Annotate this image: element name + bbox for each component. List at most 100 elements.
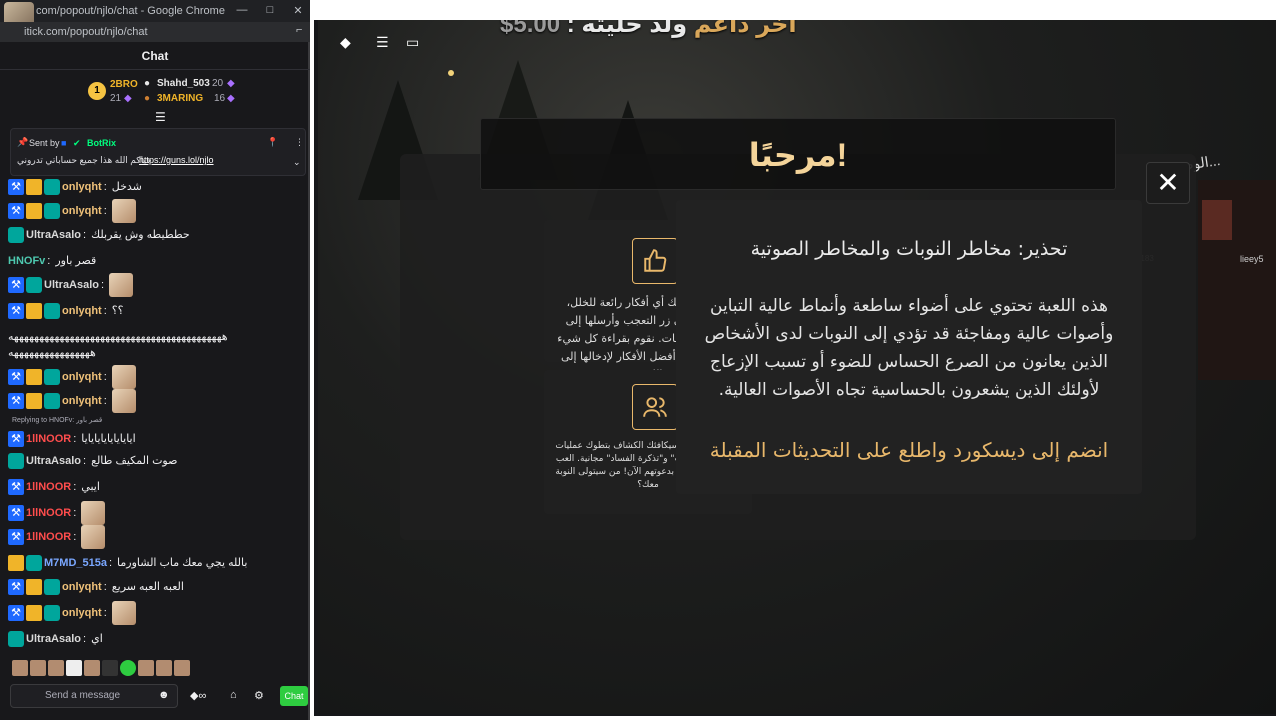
reply-context[interactable]: Replying to HNOFv: قصر باور (12, 416, 102, 426)
chat-username[interactable]: UltraAsalo (26, 628, 81, 650)
chat-username[interactable]: UltraAsalo (44, 274, 99, 296)
chat-username[interactable]: onlyqht (62, 176, 102, 198)
moderator-badge-icon[interactable]: ⚒ (8, 393, 24, 409)
subscriber-badge-icon[interactable] (44, 179, 60, 195)
chat-username[interactable]: onlyqht (62, 366, 102, 388)
chat-username[interactable]: M7MD_515a (44, 552, 107, 574)
expand-chevron-icon[interactable]: ⌄ (293, 157, 301, 168)
moderator-badge-icon[interactable]: ⚒ (8, 369, 24, 385)
moderator-badge-icon[interactable]: ⚒ (8, 505, 24, 521)
leaderboard-score-1: 21 (110, 93, 122, 104)
subscriber-badge-icon[interactable] (26, 277, 42, 293)
subscriber-badge-icon[interactable] (44, 303, 60, 319)
discord-link[interactable]: انضم إلى ديسكورد واطلع على التحديثات الم… (676, 438, 1142, 462)
subscriber-badge-icon[interactable] (8, 453, 24, 469)
moderator-badge-icon[interactable]: ⚒ (8, 277, 24, 293)
emote-icon[interactable] (48, 660, 64, 676)
subscriber-badge-icon[interactable] (44, 203, 60, 219)
moderator-badge-icon[interactable]: ⚒ (8, 203, 24, 219)
pinned-sent-by: Sent by (29, 138, 60, 148)
emote-icon[interactable] (102, 660, 118, 676)
chat-username[interactable]: onlyqht (62, 200, 102, 222)
chat-username[interactable]: 1llNOOR (26, 428, 71, 450)
moderator-badge-icon[interactable]: ⚒ (8, 303, 24, 319)
minimize-button[interactable]: — (234, 4, 250, 16)
emote-image[interactable] (81, 525, 106, 549)
store-icon[interactable]: ⌂ (230, 689, 237, 701)
chat-username[interactable]: 1llNOOR (26, 502, 71, 524)
emote-icon[interactable] (30, 660, 46, 676)
emote-icon[interactable] (174, 660, 190, 676)
subscriber-badge-icon[interactable] (44, 369, 60, 385)
subscriber-badge-icon[interactable] (8, 631, 24, 647)
pin-toggle-icon[interactable]: 📍 (267, 137, 278, 148)
chat-username[interactable]: UltraAsalo (26, 450, 81, 472)
moderator-badge-icon[interactable]: ⚒ (8, 579, 24, 595)
close-dialog-button[interactable]: ✕ (1146, 162, 1190, 204)
subscriber-badge-icon[interactable] (44, 393, 60, 409)
users-icon[interactable] (632, 384, 678, 430)
crown-badge-icon[interactable] (26, 579, 42, 595)
crown-badge-icon[interactable] (26, 179, 42, 195)
roblox-logo-icon[interactable]: ◆ (340, 34, 351, 51)
pinned-author[interactable]: BotRix (87, 138, 116, 148)
moderator-badge-icon[interactable]: ⚒ (8, 179, 24, 195)
pinned-link[interactable]: https://guns.lol/njlo (139, 155, 214, 165)
bronze-badge-icon: ● (144, 93, 151, 104)
close-button[interactable]: ✕ (1254, 3, 1263, 16)
collapse-icon[interactable]: ☰ (155, 110, 166, 124)
crown-badge-icon[interactable] (26, 393, 42, 409)
subscriber-badge-icon[interactable] (44, 605, 60, 621)
more-options-icon[interactable]: ⋮ (295, 137, 304, 148)
emote-image[interactable] (111, 601, 136, 625)
moderator-badge-icon[interactable]: ⚒ (8, 479, 24, 495)
chat-bubble-icon[interactable]: ▭ (406, 34, 419, 51)
chat-username[interactable]: 1llNOOR (26, 476, 71, 498)
emote-image[interactable] (111, 365, 136, 389)
maximize-button[interactable]: □ (262, 4, 278, 16)
address-bar[interactable]: itick.com/popout/njlo/chat (0, 22, 310, 42)
thumbs-up-icon[interactable] (632, 238, 678, 284)
donor-name: ولد حليته (581, 11, 688, 38)
moderator-badge-icon[interactable]: ⚒ (8, 605, 24, 621)
moderator-badge-icon[interactable]: ⚒ (8, 431, 24, 447)
lit-window (1202, 200, 1232, 240)
moderator-badge-icon[interactable]: ⚒ (8, 529, 24, 545)
emote-icon[interactable] (66, 660, 82, 676)
warning-title: تحذير: مخاطر النوبات والمخاطر الصوتية (750, 238, 1068, 260)
minimize-button[interactable]: — (1194, 3, 1205, 15)
emote-icon[interactable] (156, 660, 172, 676)
emote-image[interactable] (111, 199, 136, 223)
emoji-picker-icon[interactable]: ☻ (158, 689, 170, 701)
hamburger-menu-icon[interactable]: ☰ (376, 34, 389, 51)
subscriber-badge-icon[interactable] (26, 555, 42, 571)
crown-badge-icon[interactable] (8, 555, 24, 571)
emote-image[interactable] (109, 273, 134, 297)
chat-username[interactable]: onlyqht (62, 576, 102, 598)
chat-send-button[interactable]: Chat (280, 686, 308, 706)
crown-badge-icon[interactable] (26, 303, 42, 319)
crown-badge-icon[interactable] (26, 203, 42, 219)
crown-badge-icon[interactable] (26, 605, 42, 621)
chat-username[interactable]: 1llNOOR (26, 526, 71, 548)
extension-icon[interactable]: ⌐ (296, 24, 302, 36)
chat-message-input[interactable]: Send a message (10, 684, 178, 708)
emote-icon[interactable] (120, 660, 136, 676)
settings-gear-icon[interactable]: ⚙ (254, 689, 264, 702)
crown-badge-icon[interactable] (26, 369, 42, 385)
emote-icon[interactable] (84, 660, 100, 676)
emote-image[interactable] (111, 389, 136, 413)
close-button[interactable]: ✕ (290, 4, 306, 17)
emote-image[interactable] (81, 501, 106, 525)
subscriber-badge-icon[interactable] (8, 227, 24, 243)
emote-icon[interactable] (12, 660, 28, 676)
chat-username[interactable]: onlyqht (62, 300, 102, 322)
chat-username[interactable]: onlyqht (62, 602, 102, 624)
chat-username[interactable]: onlyqht (62, 390, 102, 412)
emote-icon[interactable] (138, 660, 154, 676)
subscriber-badge-icon[interactable] (44, 579, 60, 595)
bits-icon[interactable]: ◆∞ (190, 689, 206, 702)
chat-username[interactable]: HNOFv (8, 250, 45, 272)
chat-username[interactable]: UltraAsalo (26, 224, 81, 246)
maximize-button[interactable]: □ (1222, 3, 1229, 15)
